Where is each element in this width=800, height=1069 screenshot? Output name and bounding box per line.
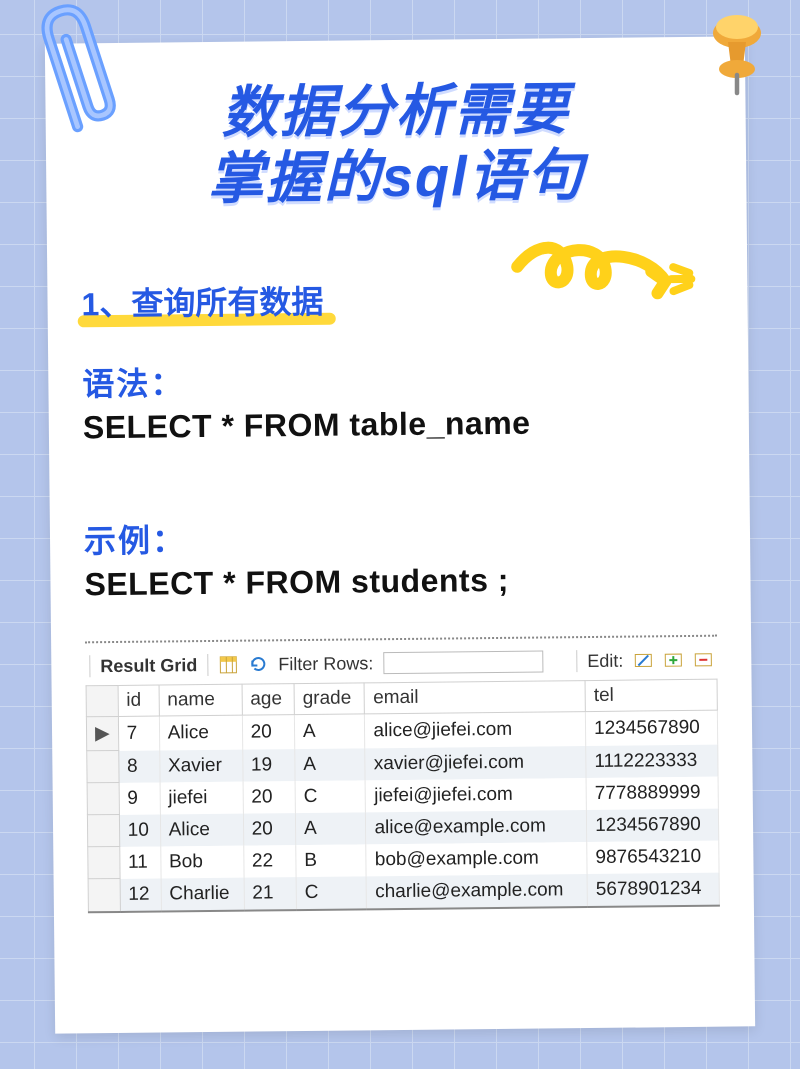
- cell-email[interactable]: xavier@jiefei.com: [365, 746, 586, 780]
- cell-tel[interactable]: 1112223333: [586, 744, 718, 777]
- cell-name[interactable]: Xavier: [159, 749, 242, 782]
- cell-tel[interactable]: 5678901234: [587, 872, 719, 906]
- result-table: id name age grade email tel ▶7Alice20Aal…: [86, 679, 720, 913]
- pushpin-icon: [692, 6, 782, 96]
- row-marker: [87, 783, 119, 815]
- cell-email[interactable]: alice@jiefei.com: [365, 712, 586, 748]
- cell-id[interactable]: 7: [118, 716, 159, 750]
- cell-email[interactable]: alice@example.com: [366, 810, 587, 844]
- result-grid-panel: Result Grid Filter Rows: Edit: id name a…: [85, 635, 720, 913]
- cell-tel[interactable]: 1234567890: [585, 710, 717, 745]
- table-row[interactable]: 12Charlie21Ccharlie@example.com567890123…: [88, 872, 719, 912]
- title-line-1: 数据分析需要: [79, 75, 712, 148]
- paperclip-icon: [6, 0, 151, 168]
- cell-tel[interactable]: 9876543210: [587, 840, 719, 873]
- cell-tel[interactable]: 7778889999: [586, 776, 718, 809]
- refresh-icon[interactable]: [248, 655, 268, 675]
- edit-label: Edit:: [587, 650, 623, 671]
- cell-age[interactable]: 20: [242, 715, 295, 750]
- row-marker: [87, 815, 119, 847]
- cell-name[interactable]: Charlie: [161, 877, 244, 911]
- section-heading: 1、查询所有数据: [81, 277, 323, 326]
- edit-row-icon[interactable]: [633, 651, 653, 671]
- cell-age[interactable]: 19: [242, 749, 295, 782]
- add-row-icon[interactable]: [663, 650, 683, 670]
- cell-grade[interactable]: A: [295, 748, 366, 781]
- cell-age[interactable]: 20: [243, 813, 296, 846]
- cell-id[interactable]: 11: [119, 846, 160, 878]
- col-tel[interactable]: tel: [585, 679, 717, 711]
- row-marker: ▶: [86, 717, 118, 751]
- row-marker: [88, 847, 120, 879]
- accent-lines-icon: [667, 257, 711, 301]
- cell-id[interactable]: 8: [118, 750, 159, 782]
- col-name[interactable]: name: [159, 684, 242, 716]
- delete-row-icon[interactable]: [693, 650, 713, 670]
- row-marker-header: [86, 686, 118, 717]
- col-id[interactable]: id: [118, 685, 159, 716]
- cell-name[interactable]: Alice: [160, 813, 243, 846]
- cell-name[interactable]: Bob: [160, 845, 243, 878]
- example-label: 示例：: [84, 510, 716, 563]
- cell-email[interactable]: jiefei@jiefei.com: [366, 778, 587, 812]
- cell-grade[interactable]: C: [295, 780, 366, 813]
- cell-id[interactable]: 10: [119, 814, 160, 846]
- col-age[interactable]: age: [242, 684, 295, 716]
- note-paper: 数据分析需要 掌握的sql语句 1、查询所有数据 语法： SELECT * FR…: [45, 36, 755, 1033]
- result-grid-label: Result Grid: [100, 655, 197, 677]
- cell-name[interactable]: jiefei: [160, 781, 243, 814]
- row-marker: [87, 751, 119, 783]
- syntax-label: 语法：: [82, 353, 714, 406]
- cell-grade[interactable]: C: [296, 876, 367, 910]
- filter-rows-input[interactable]: [383, 651, 543, 675]
- col-grade[interactable]: grade: [294, 683, 365, 715]
- example-code: SELECT * FROM students ;: [84, 560, 716, 604]
- cell-email[interactable]: bob@example.com: [366, 842, 587, 876]
- cell-grade[interactable]: A: [294, 714, 365, 749]
- cell-age[interactable]: 22: [243, 845, 296, 878]
- squiggle-arrow-icon: [507, 235, 678, 317]
- cell-age[interactable]: 20: [243, 781, 296, 814]
- filter-rows-label: Filter Rows:: [278, 653, 373, 675]
- col-email[interactable]: email: [365, 681, 586, 714]
- grid-icon[interactable]: [218, 655, 238, 675]
- row-marker: [88, 879, 120, 912]
- cell-age[interactable]: 21: [244, 877, 297, 911]
- cell-tel[interactable]: 1234567890: [586, 808, 718, 841]
- cell-name[interactable]: Alice: [159, 715, 242, 750]
- cell-grade[interactable]: B: [296, 844, 367, 877]
- cell-id[interactable]: 12: [120, 878, 161, 911]
- cell-email[interactable]: charlie@example.com: [367, 874, 588, 909]
- page-title: 数据分析需要 掌握的sql语句: [79, 75, 712, 214]
- cell-grade[interactable]: A: [295, 812, 366, 845]
- title-line-2: 掌握的sql语句: [80, 141, 713, 214]
- cell-id[interactable]: 9: [119, 782, 160, 814]
